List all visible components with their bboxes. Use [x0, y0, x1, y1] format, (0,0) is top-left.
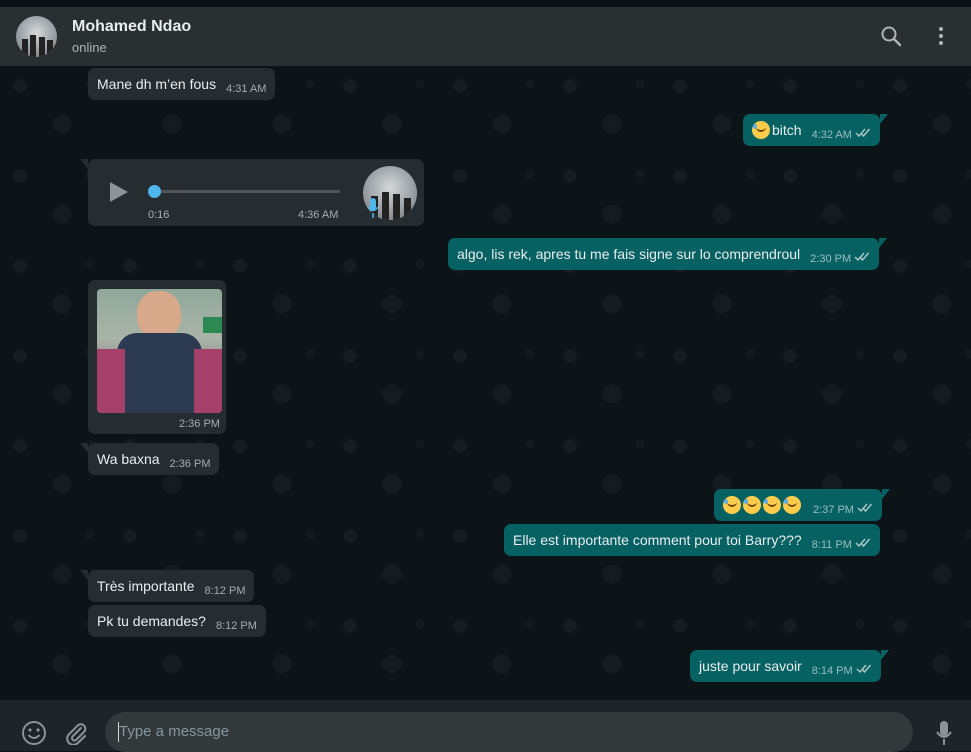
- composer-bar: [0, 700, 971, 752]
- chat-header: Mohamed Ndao online: [0, 7, 971, 66]
- message-time: 4:32 AM: [811, 129, 852, 141]
- message-text: bitch: [772, 122, 802, 138]
- message-input[interactable]: [105, 712, 913, 752]
- message-outgoing[interactable]: algo, lis rek, apres tu me fais signe su…: [448, 238, 888, 273]
- message-outgoing[interactable]: juste pour savoir 8:14 PM: [690, 650, 889, 685]
- face-with-tears-of-joy-icon: [763, 496, 781, 514]
- message-time: 2:36 PM: [179, 418, 220, 430]
- message-time: 8:12 PM: [215, 620, 257, 632]
- message-time: 2:36 PM: [169, 458, 211, 470]
- microphone-icon[interactable]: [935, 720, 953, 751]
- audio-duration: 0:16: [148, 209, 170, 221]
- face-with-tears-of-joy-icon: [783, 496, 801, 514]
- message-incoming[interactable]: Très importante 8:12 PM: [80, 570, 255, 602]
- double-check-icon: [857, 492, 873, 524]
- message-time: 4:36 AM: [298, 209, 339, 221]
- photo-thumbnail[interactable]: [97, 289, 222, 413]
- play-icon[interactable]: [108, 181, 130, 208]
- voice-message[interactable]: 0:16 4:36 AM: [80, 159, 424, 226]
- double-check-icon: [856, 653, 872, 685]
- message-time: 2:30 PM: [810, 253, 852, 265]
- attach-icon[interactable]: [64, 721, 88, 750]
- message-time: 4:31 AM: [226, 83, 267, 95]
- double-check-icon: [855, 117, 871, 149]
- message-outgoing[interactable]: Elle est importante comment pour toi Bar…: [504, 524, 880, 556]
- message-text: Elle est importante comment pour toi Bar…: [513, 532, 802, 548]
- message-time: 8:14 PM: [811, 665, 853, 677]
- message-time: 8:11 PM: [811, 539, 852, 551]
- contact-name[interactable]: Mohamed Ndao: [72, 18, 191, 36]
- search-icon[interactable]: [879, 24, 903, 48]
- audio-track[interactable]: [148, 190, 340, 193]
- avatar[interactable]: [16, 16, 57, 57]
- face-with-tears-of-joy-icon: [723, 496, 741, 514]
- double-check-icon: [854, 241, 870, 273]
- message-time: 2:37 PM: [813, 504, 854, 516]
- audio-scrubber[interactable]: [148, 185, 161, 198]
- message-outgoing[interactable]: bitch 4:32 AM: [743, 114, 888, 149]
- message-incoming[interactable]: Pk tu demandes? 8:12 PM: [88, 605, 266, 637]
- message-text: Mane dh m’en fous: [97, 76, 217, 92]
- contact-status: online: [72, 40, 107, 55]
- image-message[interactable]: 2:36 PM: [88, 280, 226, 434]
- message-text: Wa baxna: [97, 451, 160, 467]
- message-text: juste pour savoir: [699, 658, 802, 674]
- face-with-tears-icon: [752, 121, 770, 139]
- microphone-icon: [367, 197, 379, 224]
- message-time: 8:12 PM: [204, 585, 246, 597]
- message-text: Très importante: [97, 578, 195, 594]
- window-top-strip: [0, 0, 971, 7]
- menu-icon[interactable]: [929, 24, 953, 48]
- text-caret: [118, 722, 119, 742]
- message-text: algo, lis rek, apres tu me fais signe su…: [457, 246, 801, 262]
- face-with-tears-of-joy-icon: [743, 496, 761, 514]
- message-incoming[interactable]: Wa baxna 2:36 PM: [80, 443, 220, 475]
- double-check-icon: [855, 527, 871, 559]
- message-text: Pk tu demandes?: [97, 613, 206, 629]
- message-outgoing[interactable]: 2:37 PM: [714, 489, 890, 524]
- emoji-icon[interactable]: [21, 720, 47, 751]
- message-incoming[interactable]: Mane dh m’en fous 4:31 AM: [88, 68, 276, 100]
- chat-area[interactable]: Mane dh m’en fous 4:31 AM bitch 4:32 AM 0:…: [0, 66, 971, 700]
